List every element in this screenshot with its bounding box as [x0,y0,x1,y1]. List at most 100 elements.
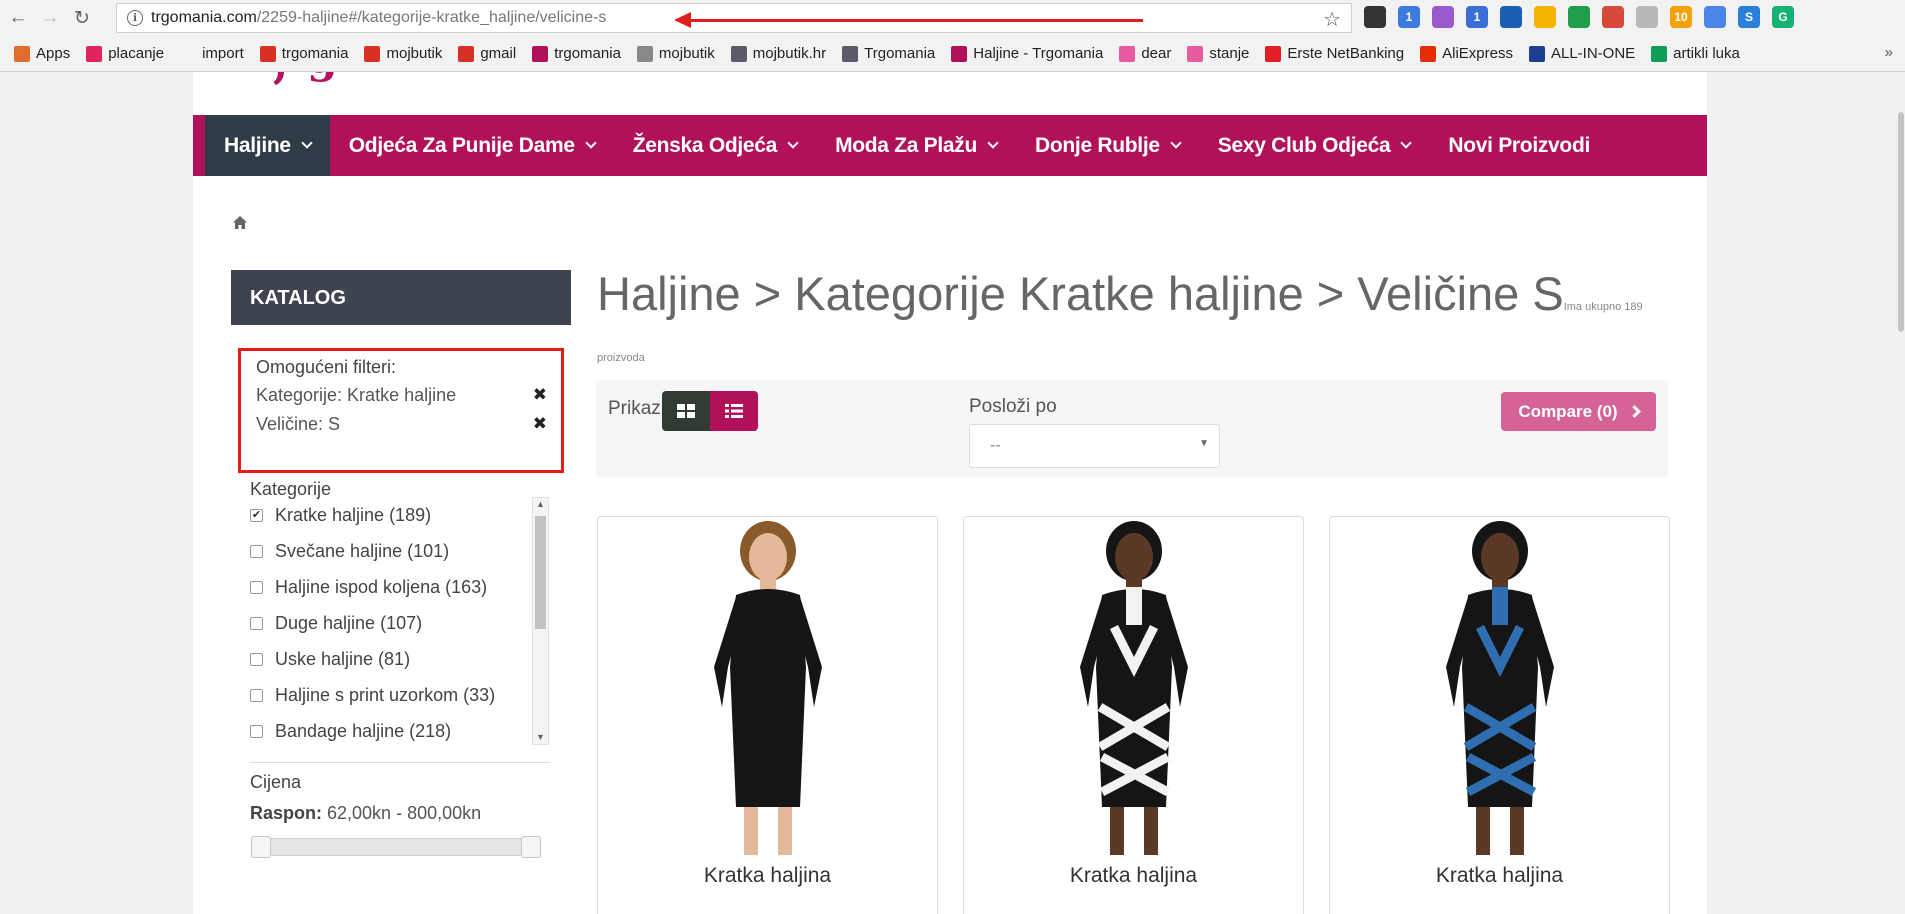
product-card[interactable]: Kratka haljina [1329,516,1670,914]
scrollbar-thumb[interactable] [535,516,546,629]
bookmark-item[interactable]: placanje [86,45,164,62]
bookmark-item[interactable]: artikli luka [1651,45,1740,62]
bookmark-item[interactable]: AliExpress [1420,45,1513,62]
product-name[interactable]: Kratka haljina [964,864,1303,888]
checkbox-checked[interactable]: ✔ [250,508,263,522]
page-scrollbar-thumb[interactable] [1898,112,1904,332]
ext-ai-icon[interactable] [1500,6,1522,28]
product-image[interactable] [656,517,880,855]
bookmark-label: placanje [108,45,165,62]
bookmark-item[interactable]: mojbutik [636,45,715,62]
product-image[interactable] [1388,517,1612,855]
checkbox[interactable] [250,724,263,738]
bookmark-item[interactable]: Trgomania [842,45,935,62]
bookmark-label: stanje [1209,45,1250,62]
main-navigation: Haljine Odjeća Za Punije Dame Ženska Odjeć… [193,115,1707,176]
page-icon [730,45,747,62]
bookmark-item[interactable]: trgomania [259,45,348,62]
checkbox[interactable] [250,544,263,558]
grid-view-button[interactable] [662,391,710,431]
bookmark-item[interactable]: import [180,45,244,62]
category-option[interactable]: Haljine s print uzorkom (33) [250,677,550,713]
browser-toolbar: ← → ↻ i trgomania.com/2259-haljine#/kate… [0,0,1905,36]
bookmark-label: AliExpress [1442,45,1513,62]
compare-button[interactable]: Compare (0) [1501,392,1656,431]
category-list-scrollbar[interactable]: ▲ ▼ [532,497,549,745]
ext-grammarly-icon[interactable]: G [1772,6,1794,28]
remove-filter-icon[interactable]: ✖ [533,385,547,405]
ext-drive-icon[interactable] [1568,6,1590,28]
nav-item-label: Donje Rublje [1035,133,1160,157]
nav-item-donje-rublje[interactable]: Donje Rublje [1016,115,1199,176]
price-slider-max-handle[interactable] [521,836,541,858]
scroll-up-icon[interactable]: ▲ [536,499,545,509]
site-info-icon[interactable]: i [127,10,143,26]
checkbox[interactable] [250,688,263,702]
checkbox[interactable] [250,616,263,630]
chevron-down-icon [1170,137,1182,149]
category-option[interactable]: Svečane haljine (101) [250,533,550,569]
back-icon[interactable]: ← [4,4,32,32]
sort-label: Posloži po [969,396,1057,417]
ext-camera-icon[interactable] [1636,6,1658,28]
ext-weather-icon[interactable]: 10 [1670,6,1692,28]
nav-item-moda-za-pla-u[interactable]: Moda Za Plažu [816,115,1016,176]
product-image[interactable] [1022,517,1246,855]
product-name[interactable]: Kratka haljina [1330,864,1669,888]
forward-icon[interactable]: → [36,4,64,32]
nav-item-sexy-club-odje-a[interactable]: Sexy Club Odjeća [1199,115,1430,176]
gmail-icon [458,45,475,62]
ext-code-icon[interactable]: 1 [1466,6,1488,28]
category-label: Haljine ispod koljena (163) [275,576,488,597]
category-option[interactable]: Bandage haljine (218) [250,713,550,749]
gmail-icon [364,45,381,62]
scroll-down-icon[interactable]: ▼ [536,732,545,742]
product-name[interactable]: Kratka haljina [598,864,937,888]
list-view-button[interactable] [710,391,758,431]
checkbox[interactable] [250,652,263,666]
category-option[interactable]: ✔ Kratke haljine (189) [250,497,550,533]
nav-item--enska-odje-a[interactable]: Ženska Odjeća [614,115,816,176]
bookmark-item[interactable]: gmail [458,45,516,62]
product-card[interactable]: Kratka haljina [963,516,1304,914]
address-bar[interactable]: i trgomania.com/2259-haljine#/kategorije… [116,3,1352,33]
nav-item-odje-a-za-punije-dame[interactable]: Odjeća Za Punije Dame [330,115,614,176]
url-text[interactable]: trgomania.com/2259-haljine#/kategorije-k… [151,9,606,27]
checkbox[interactable] [250,580,263,594]
ext-translate-icon[interactable] [1704,6,1726,28]
bookmark-item[interactable]: dear [1119,45,1171,62]
bookmark-star-icon[interactable]: ☆ [1323,7,1341,32]
bookmark-item[interactable]: mojbutik.hr [730,45,826,62]
product-card[interactable]: Kratka haljina [597,516,938,914]
remove-filter-icon[interactable]: ✖ [533,414,547,434]
bookmark-item[interactable]: Apps [14,45,70,62]
bookmark-item[interactable]: Erste NetBanking [1265,45,1404,62]
ext-black-icon[interactable] [1364,6,1386,28]
bookmark-item[interactable]: mojbutik [364,45,442,62]
site-logo[interactable]: , g [265,72,338,89]
sort-select[interactable]: -- ▼ [969,424,1220,468]
ext-smiley-icon[interactable] [1534,6,1556,28]
ext-pen-icon[interactable] [1432,6,1454,28]
category-option[interactable]: Duge haljine (107) [250,605,550,641]
page-scrollbar[interactable] [1897,72,1905,914]
bookmark-item[interactable]: ALL-IN-ONE [1528,45,1635,62]
bookmark-item[interactable]: Haljine - Trgomania [951,45,1103,62]
category-option[interactable]: Haljine ispod koljena (163) [250,569,550,605]
bookmark-label: Haljine - Trgomania [973,45,1104,62]
ext-blue-doc-icon[interactable]: 1 [1398,6,1420,28]
ext-s-icon[interactable]: S [1738,6,1760,28]
ext-globe-icon[interactable] [1602,6,1624,28]
bookmarks-overflow-icon[interactable]: » [1885,44,1893,61]
bookmark-item[interactable]: stanje [1187,45,1249,62]
reload-icon[interactable]: ↻ [68,4,96,32]
home-icon[interactable] [232,215,248,231]
price-slider-min-handle[interactable] [251,836,271,858]
price-slider[interactable] [251,836,541,858]
bookmark-item[interactable]: trgomania [532,45,621,62]
nav-item-novi-proizvodi[interactable]: Novi Proizvodi [1429,115,1609,176]
extensions-area: 1 1 10 S G [1364,6,1806,28]
category-option[interactable]: Uske haljine (81) [250,641,550,677]
bookmark-label: Trgomania [864,45,936,62]
nav-item-haljine[interactable]: Haljine [205,115,330,176]
